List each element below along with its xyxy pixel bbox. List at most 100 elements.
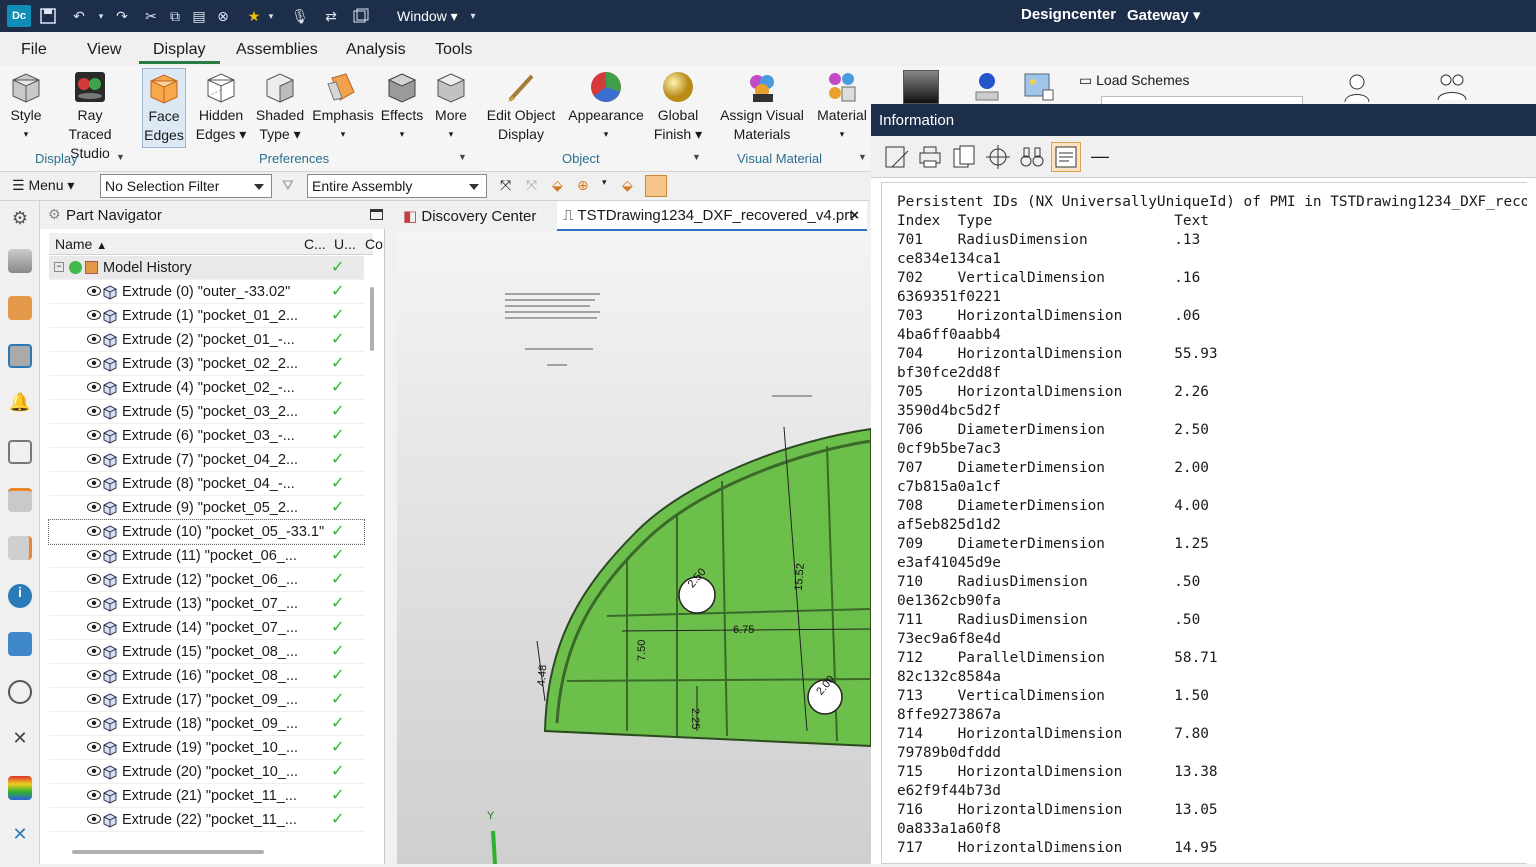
effects-button[interactable]: Effects ▾ [380,70,424,144]
star-dropdown-icon[interactable]: ▾ [264,0,278,32]
assign-visual-materials-button[interactable]: Assign Visual Materials [718,70,806,144]
visibility-eye-icon[interactable] [87,549,101,561]
tab-part-file[interactable]: ⎍ TSTDrawing1234_DXF_recovered_v4.prt × [557,201,867,231]
menu-button[interactable]: ☰ Menu ▾ [12,177,74,194]
users-icon[interactable] [1435,70,1469,104]
material-dropdown-icon[interactable]: ▾ [814,125,870,144]
copy-text-icon[interactable] [949,142,979,172]
tab-file[interactable]: File [21,41,47,59]
snap-icon[interactable]: ⬙ [552,177,563,194]
tab-tools[interactable]: Tools [435,41,472,59]
feature-row[interactable]: Extrude (15) "pocket_08_... ✓ [49,640,364,664]
visibility-eye-icon[interactable] [87,645,101,657]
feature-row[interactable]: Extrude (6) "pocket_03_-... ✓ [49,424,364,448]
part-navigator-icon[interactable] [8,344,32,368]
minimize-icon[interactable]: — [1085,142,1115,172]
tab-assemblies[interactable]: Assemblies [236,41,318,59]
feature-row[interactable]: Extrude (20) "pocket_10_... ✓ [49,760,364,784]
3d-viewport[interactable]: 2.50 15.52 7.50 6.75 4.48 2.25 2.00 Y [397,231,871,864]
maximize-icon[interactable] [370,209,383,220]
feature-row[interactable]: Extrude (8) "pocket_04_-... ✓ [49,472,364,496]
reuse-library-icon[interactable] [8,440,32,464]
global-finish-button[interactable]: Global Finish ▾ [652,70,704,144]
tools-icon[interactable]: ✕ [8,728,32,752]
model-history-node[interactable]: − Model History ✓ [49,256,364,280]
material-button[interactable]: Material ▾ [814,70,870,144]
navigator-settings-icon[interactable]: ⚙ [48,206,61,223]
emphasis-button[interactable]: Emphasis ▾ [312,70,374,144]
visibility-eye-icon[interactable] [87,765,101,777]
visibility-eye-icon[interactable] [87,285,101,297]
paste-icon[interactable]: ▤ [188,0,210,32]
tab-analysis[interactable]: Analysis [346,41,406,59]
select-all-icon[interactable]: ⤧ [526,177,537,194]
delete-icon[interactable]: ⊗ [212,0,234,32]
feature-row[interactable]: Extrude (18) "pocket_09_... ✓ [49,712,364,736]
object-group-arrow-icon[interactable]: ▼ [692,152,701,162]
information-text-area[interactable]: Persistent IDs (NX UniversallyUniqueId) … [881,182,1527,864]
visibility-eye-icon[interactable] [87,453,101,465]
close-tab-icon[interactable]: × [850,207,859,224]
constraint-navigator-icon[interactable] [8,296,32,320]
scope-dropdown[interactable]: Entire Assembly [307,174,487,198]
feature-row[interactable]: Extrude (17) "pocket_09_... ✓ [49,688,364,712]
find-icon[interactable] [983,142,1013,172]
bell-icon[interactable]: 🔔 [8,392,32,416]
feature-row[interactable]: Extrude (3) "pocket_02_2... ✓ [49,352,364,376]
collapse-icon[interactable]: − [54,262,64,272]
tab-view[interactable]: View [87,41,121,59]
feature-row[interactable]: Extrude (5) "pocket_03_2... ✓ [49,400,364,424]
snap-dropdown-icon[interactable]: ▾ [602,177,607,188]
tab-display[interactable]: Display [153,41,205,59]
redo-icon[interactable]: ↷ [110,0,134,32]
visibility-eye-icon[interactable] [87,357,101,369]
col-current[interactable]: C... [304,236,326,252]
lighting-icon[interactable] [970,70,1004,104]
appearance-dropdown-icon[interactable]: ▾ [566,125,646,144]
feature-row[interactable]: Extrude (1) "pocket_01_2... ✓ [49,304,364,328]
process-studio-icon[interactable] [8,536,32,560]
hidden-edges-button[interactable]: Hidden Edges ▾ [195,70,247,144]
preferences-group-arrow-icon[interactable]: ▼ [458,152,467,162]
filter-icon[interactable]: ⛛ [282,177,294,194]
visibility-eye-icon[interactable] [87,309,101,321]
style-dropdown-icon[interactable]: ▾ [4,125,48,144]
shaded-type-button[interactable]: Shaded Type ▾ [254,70,306,144]
feature-row[interactable]: Extrude (13) "pocket_07_... ✓ [49,592,364,616]
more-button[interactable]: More ▾ [429,70,473,144]
customize-toolbar-icon[interactable]: ▾ [464,0,482,32]
more-dropdown-icon[interactable]: ▾ [429,125,473,144]
feature-row[interactable]: Extrude (14) "pocket_07_... ✓ [49,616,364,640]
visibility-eye-icon[interactable] [87,741,101,753]
visibility-eye-icon[interactable] [87,717,101,729]
feature-row[interactable]: Extrude (9) "pocket_05_2... ✓ [49,496,364,520]
settings-gear-icon[interactable]: ⚙ [8,208,32,232]
feature-row[interactable]: Extrude (7) "pocket_04_2... ✓ [49,448,364,472]
visibility-eye-icon[interactable] [87,597,101,609]
col-name[interactable]: Name ▲ [55,236,107,252]
visibility-eye-icon[interactable] [87,813,101,825]
emphasis-dropdown-icon[interactable]: ▾ [312,125,374,144]
scheme-field[interactable] [1101,96,1303,104]
part-filter-icon[interactable]: ⬙ [622,177,633,194]
effects-dropdown-icon[interactable]: ▾ [380,125,424,144]
background-icon[interactable] [903,70,939,104]
user-icon[interactable] [1340,70,1374,104]
touch-mode-icon[interactable]: ⇄ [320,0,342,32]
visibility-eye-icon[interactable] [87,477,101,489]
display-group-arrow-icon[interactable]: ▼ [116,152,125,162]
visibility-eye-icon[interactable] [87,501,101,513]
binoculars-icon[interactable] [1017,142,1047,172]
visibility-eye-icon[interactable] [87,621,101,633]
roles-icon[interactable]: ✕ [8,824,32,848]
col-comment[interactable]: Co [365,236,383,252]
visibility-eye-icon[interactable] [87,525,101,537]
image-icon[interactable] [1023,70,1057,104]
save-icon[interactable] [36,0,60,32]
visibility-eye-icon[interactable] [87,789,101,801]
ray-traced-studio-button[interactable]: Ray Traced Studio [55,70,125,163]
feature-row[interactable]: Extrude (16) "pocket_08_... ✓ [49,664,364,688]
workspace-menu[interactable]: Gateway ▾ [1127,6,1200,24]
select-icon[interactable]: ⤧ [500,177,511,194]
visibility-eye-icon[interactable] [87,381,101,393]
